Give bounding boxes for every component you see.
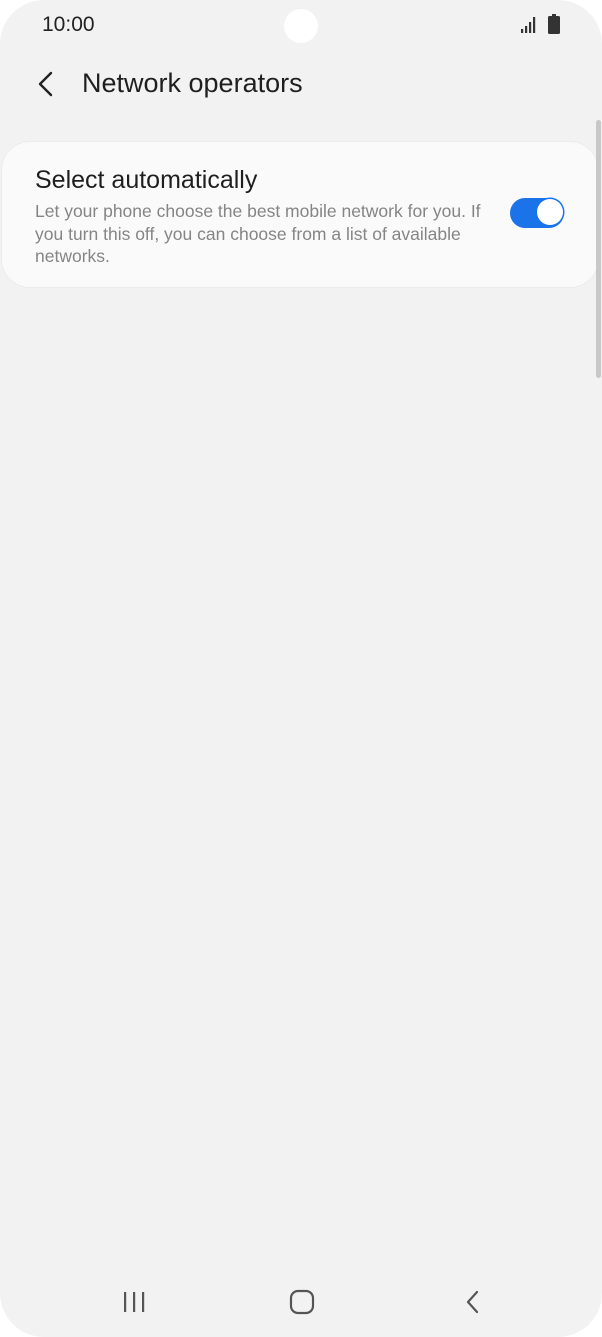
back-button[interactable] — [26, 64, 66, 104]
battery-icon — [548, 14, 560, 34]
signal-icon — [521, 17, 536, 33]
status-time: 10:00 — [42, 13, 95, 36]
phone-screen: 10:00 Network operators Select automatic… — [0, 0, 602, 1337]
home-button[interactable] — [272, 1282, 332, 1322]
select-automatically-setting[interactable]: Select automatically Let your phone choo… — [2, 142, 598, 287]
toggle-knob — [537, 199, 563, 225]
recent-apps-icon — [124, 1292, 145, 1312]
app-bar: Network operators — [0, 56, 602, 112]
home-icon — [289, 1289, 315, 1315]
chevron-left-icon — [38, 71, 53, 97]
recent-apps-button[interactable] — [104, 1282, 164, 1322]
page-title: Network operators — [82, 68, 303, 98]
select-automatically-toggle[interactable] — [510, 198, 564, 228]
scrollbar[interactable] — [596, 120, 601, 378]
navigation-bar — [0, 1268, 602, 1337]
back-nav-button[interactable] — [442, 1282, 502, 1322]
status-bar: 10:00 — [0, 0, 602, 52]
front-camera-cutout — [284, 9, 318, 43]
setting-title: Select automatically — [35, 166, 258, 194]
back-icon — [466, 1290, 479, 1314]
setting-description: Let your phone choose the best mobile ne… — [35, 201, 481, 266]
